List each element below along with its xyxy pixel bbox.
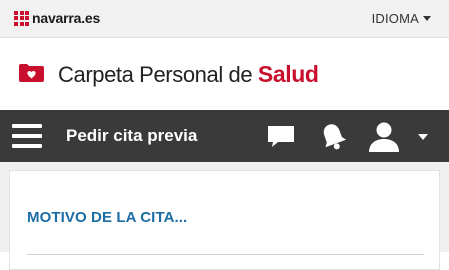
user-menu-caret-icon[interactable] <box>418 134 428 140</box>
language-label: IDIOMA <box>371 11 419 26</box>
chevron-down-icon <box>423 16 431 21</box>
user-icon[interactable] <box>366 120 402 154</box>
page-title: Pedir cita previa <box>66 126 198 145</box>
brand-title-prefix: Carpeta Personal de <box>58 62 258 87</box>
navarra-logo-text: navarra.es <box>32 10 101 26</box>
brand-title[interactable]: Carpeta Personal de Salud <box>58 61 319 88</box>
main-navbar: Pedir cita previa <box>0 110 449 162</box>
chat-icon[interactable] <box>266 124 296 148</box>
top-bar: navarra.es IDIOMA <box>0 0 449 38</box>
divider <box>27 254 424 255</box>
menu-icon[interactable] <box>12 124 42 148</box>
folder-heart-icon <box>19 64 44 82</box>
brand-title-accent: Salud <box>257 61 319 87</box>
content-area: MOTIVO DE LA CITA... <box>0 162 449 270</box>
navarra-logo[interactable]: navarra.es <box>14 10 100 26</box>
bell-icon[interactable] <box>316 120 350 152</box>
navarra-grid-icon <box>14 10 29 26</box>
appointment-reason-card: MOTIVO DE LA CITA... <box>9 170 440 270</box>
language-selector[interactable]: IDIOMA <box>372 11 431 26</box>
section-title: MOTIVO DE LA CITA... <box>27 209 188 226</box>
brand-header: Carpeta Personal de Salud <box>0 38 449 110</box>
